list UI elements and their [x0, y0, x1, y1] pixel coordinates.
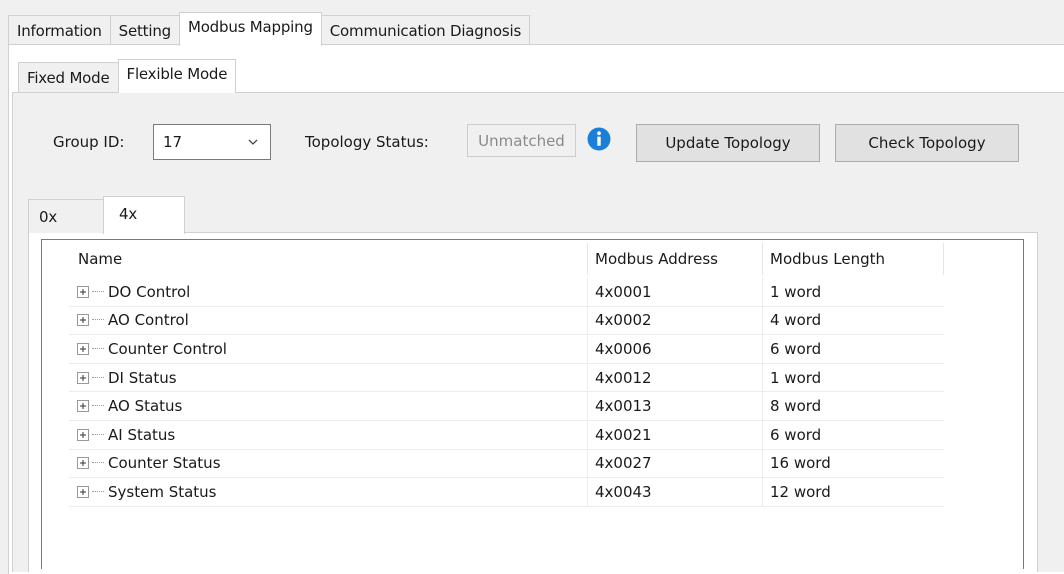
tab-4x[interactable]: 4x — [103, 196, 185, 234]
column-header-name[interactable]: Name — [69, 243, 588, 275]
tab-fixed-mode[interactable]: Fixed Mode — [18, 62, 119, 92]
group-id-label: Group ID: — [53, 133, 125, 151]
tab-modbus-mapping[interactable]: Modbus Mapping — [178, 12, 322, 46]
tab-communication-diagnosis[interactable]: Communication Diagnosis — [320, 15, 531, 45]
row-name-cell: Counter Control — [69, 335, 588, 363]
plus-box-icon[interactable] — [77, 457, 89, 470]
table-row[interactable]: Counter Control 4x0006 6 word — [69, 335, 944, 364]
column-header-label: Modbus Address — [595, 250, 718, 268]
plus-box-icon[interactable] — [77, 285, 89, 298]
row-name-cell: DI Status — [69, 363, 588, 392]
tree-connector — [92, 462, 104, 464]
row-length: 6 word — [770, 339, 822, 358]
tree-connector — [92, 319, 104, 321]
tab-flexible-mode[interactable]: Flexible Mode — [117, 59, 237, 93]
table-row[interactable]: DI Status 4x0012 1 word — [69, 363, 944, 393]
row-name-cell: AO Control — [69, 306, 588, 335]
mode-tab-strip: Fixed Mode Flexible Mode — [18, 58, 237, 93]
group-id-value: 17 — [163, 133, 183, 151]
group-id-combobox[interactable]: 17 — [153, 124, 271, 160]
row-length: 16 word — [770, 454, 831, 473]
row-address: 4x0012 — [588, 363, 763, 392]
update-topology-button[interactable]: Update Topology — [636, 124, 820, 162]
row-name: AO Control — [108, 311, 189, 330]
row-address: 4x0013 — [588, 392, 763, 420]
table-row[interactable]: AO Status 4x0013 8 word — [69, 392, 944, 421]
topology-status-value: Unmatched — [478, 131, 565, 150]
table-row[interactable]: Counter Status 4x0027 16 word — [69, 449, 944, 479]
row-name: Counter Status — [108, 454, 221, 473]
tree-connector — [92, 490, 104, 493]
row-name: DO Control — [108, 282, 191, 301]
row-name-cell: AI Status — [69, 420, 588, 449]
row-length: 6 word — [770, 425, 822, 444]
row-address: 4x0006 — [588, 335, 763, 363]
row-name-cell: System Status — [69, 478, 588, 506]
plus-box-icon[interactable] — [77, 371, 89, 384]
tree-connector — [92, 376, 104, 379]
row-length: 1 word — [770, 368, 822, 387]
column-header-label: Name — [78, 250, 123, 268]
check-topology-label: Check Topology — [868, 134, 986, 152]
row-length: 8 word — [770, 397, 822, 416]
row-name: AO Status — [108, 397, 183, 416]
plus-box-icon[interactable] — [77, 485, 89, 498]
column-header-length[interactable]: Modbus Length — [763, 243, 944, 275]
tree-connector — [92, 347, 104, 350]
tab-information[interactable]: Information — [8, 15, 111, 45]
row-address: 4x0027 — [588, 449, 763, 478]
table-row[interactable]: AO Control 4x0002 4 word — [69, 306, 944, 336]
row-length: 1 word — [770, 282, 822, 301]
row-name-cell: DO Control — [69, 278, 588, 306]
row-name-cell: Counter Status — [69, 449, 588, 478]
table-row[interactable]: AI Status 4x0021 6 word — [69, 420, 944, 450]
table-row[interactable]: System Status 4x0043 12 word — [69, 478, 944, 507]
tab-0x[interactable]: 0x — [28, 199, 104, 233]
row-length: 12 word — [770, 482, 831, 501]
tree-connector — [92, 433, 104, 436]
topology-status-label: Topology Status: — [305, 133, 429, 151]
main-tab-strip: Information Setting Modbus Mapping Commu… — [8, 12, 531, 46]
tab-setting[interactable]: Setting — [109, 15, 180, 45]
tree-connector — [92, 405, 104, 407]
check-topology-button[interactable]: Check Topology — [835, 124, 1019, 162]
mapping-rows: DO Control 4x0001 1 word AO Control 4x00… — [69, 278, 944, 507]
row-length: 4 word — [770, 311, 822, 330]
row-address: 4x0021 — [588, 420, 763, 449]
row-address: 4x0001 — [588, 278, 763, 306]
row-name: Counter Control — [108, 339, 227, 358]
plus-box-icon[interactable] — [77, 342, 89, 355]
topology-status-field: Unmatched — [467, 124, 576, 157]
column-header-label: Modbus Length — [770, 250, 885, 268]
tree-connector — [92, 290, 104, 293]
row-address: 4x0002 — [588, 306, 763, 335]
chevron-down-icon — [248, 139, 258, 145]
plus-box-icon[interactable] — [77, 428, 89, 441]
table-row[interactable]: DO Control 4x0001 1 word — [69, 278, 944, 307]
update-topology-label: Update Topology — [665, 134, 791, 152]
column-header-address[interactable]: Modbus Address — [588, 243, 763, 275]
register-tab-strip: 0x 4x — [28, 195, 185, 234]
row-name-cell: AO Status — [69, 392, 588, 420]
row-address: 4x0043 — [588, 478, 763, 506]
row-name: DI Status — [108, 368, 177, 387]
row-name: System Status — [108, 482, 217, 501]
plus-box-icon[interactable] — [77, 400, 89, 413]
plus-box-icon[interactable] — [77, 314, 89, 327]
row-name: AI Status — [108, 425, 176, 444]
info-circle-icon[interactable] — [587, 127, 611, 151]
